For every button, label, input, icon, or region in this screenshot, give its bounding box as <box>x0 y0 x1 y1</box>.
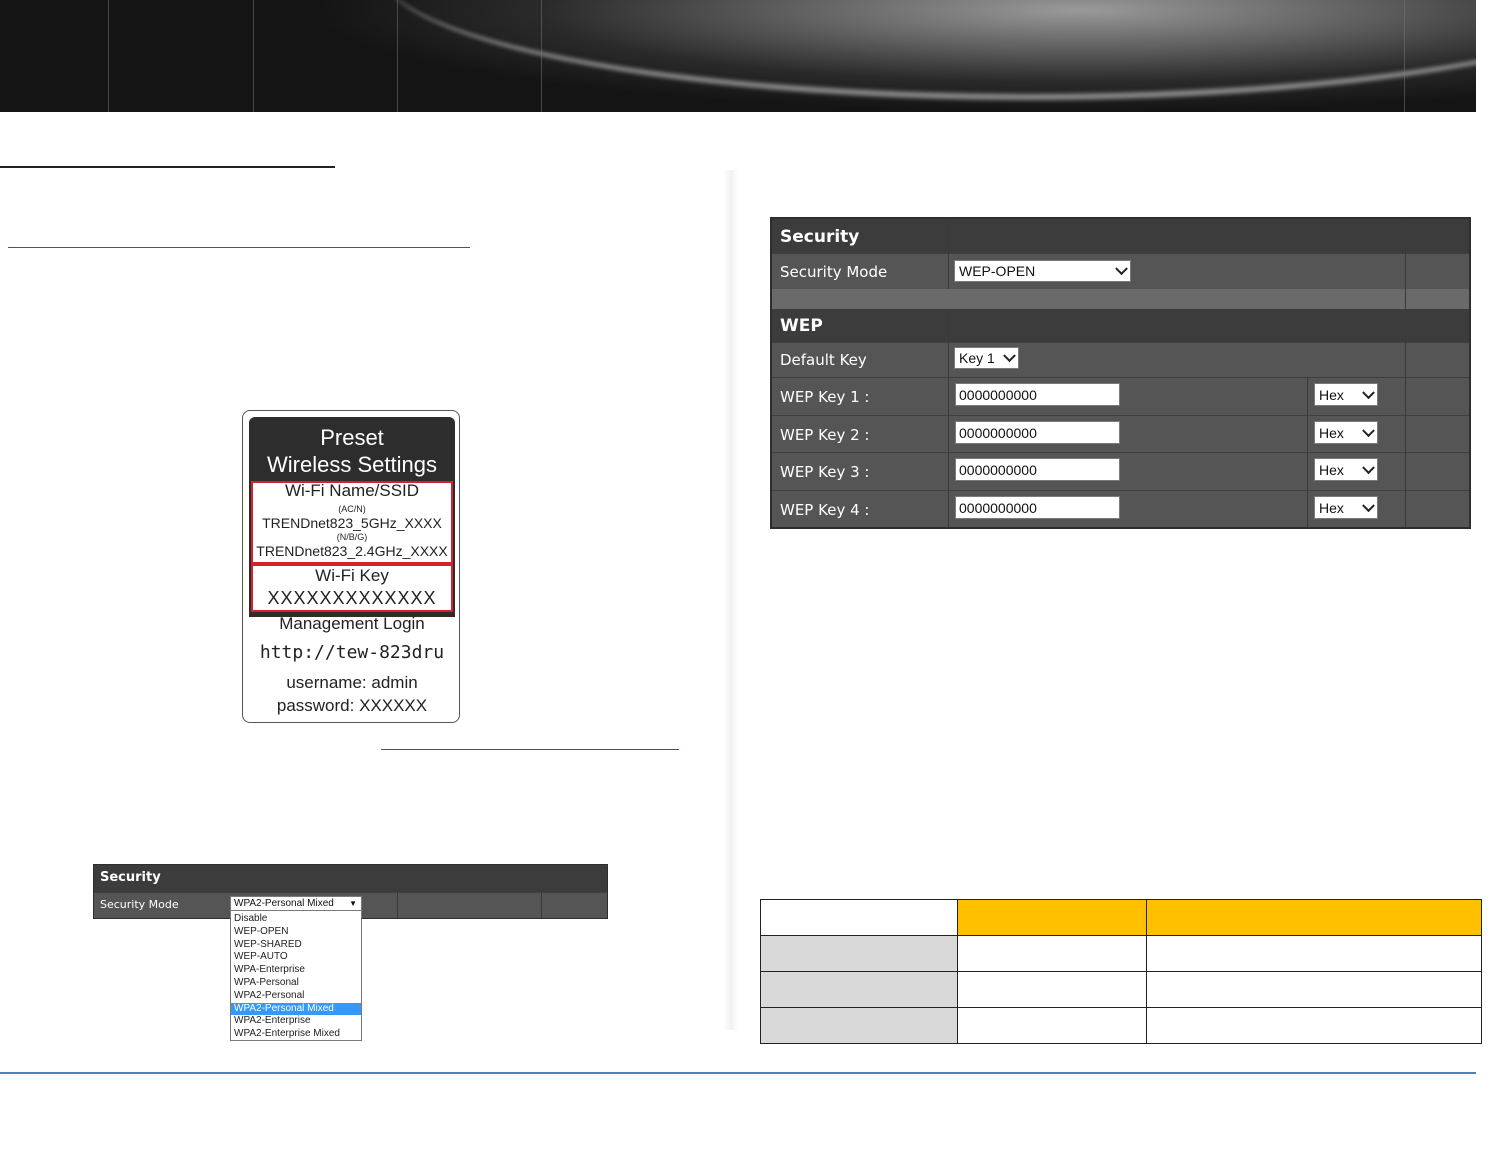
format-selected-value: Hex <box>1319 462 1344 478</box>
band-5ghz-label: (AC/N) <box>338 504 366 514</box>
table-cell <box>957 1007 1147 1044</box>
panel-divider <box>1405 219 1406 527</box>
wep-key-4-format-select[interactable]: Hex <box>1314 496 1378 519</box>
security-mode-select[interactable]: WEP-OPEN <box>954 260 1131 282</box>
security-section-header: Security <box>772 219 1469 253</box>
table-row <box>760 971 1482 1008</box>
table-row-header-cell <box>760 1007 958 1044</box>
label-title-preset: Preset <box>320 425 384 450</box>
table-header-cell <box>760 899 958 936</box>
hyperlink-underline[interactable] <box>8 247 470 248</box>
ssid-5ghz: TRENDnet823_5GHz_XXXX <box>262 515 442 531</box>
wep-key-label: WEP Key 3 : <box>780 463 870 481</box>
panel-divider <box>948 309 949 527</box>
panel-divider <box>541 865 542 918</box>
default-key-row: Default Key <box>772 342 1469 377</box>
label-title-wireless-settings: Wireless Settings <box>267 452 437 477</box>
wep-key-3-input[interactable]: 0000000000 <box>955 458 1120 481</box>
banner-divider <box>108 0 109 112</box>
wep-key-label: WEP Key 2 : <box>780 426 870 444</box>
option-wpa2-personal[interactable]: WPA2-Personal <box>231 990 361 1003</box>
band-24ghz-label: (N/B/G) <box>336 532 368 542</box>
wifi-key-value: XXXXXXXXXXXXX <box>267 588 437 608</box>
section-spacer <box>772 289 1469 309</box>
security-comparison-table <box>760 899 1482 1044</box>
security-mode-selected-value: WPA2-Personal Mixed <box>234 898 334 909</box>
default-key-label: Default Key <box>780 351 867 369</box>
banner-divider <box>253 0 254 112</box>
banner-divider <box>541 0 542 112</box>
wep-key-1-input[interactable]: 0000000000 <box>955 383 1120 406</box>
table-header-cell <box>957 899 1147 936</box>
document-page: Preset Wireless Settings Wi-Fi Name/SSID… <box>0 0 1508 1167</box>
footer-rule <box>0 1072 1476 1074</box>
chevron-down-icon <box>1362 423 1375 437</box>
panel-divider <box>1307 377 1308 527</box>
wep-key-4-input[interactable]: 0000000000 <box>955 496 1120 519</box>
section-heading-underline <box>0 166 335 168</box>
format-selected-value: Hex <box>1319 500 1344 516</box>
wep-settings-panel: Security Security Mode WEP Default Key W… <box>770 217 1471 529</box>
option-wpa2-enterprise-mixed[interactable]: WPA2-Enterprise Mixed <box>231 1028 361 1041</box>
ssid-24ghz: TRENDnet823_2.4GHz_XXXX <box>256 543 448 559</box>
preset-wireless-settings-label: Preset Wireless Settings Wi-Fi Name/SSID… <box>242 410 460 723</box>
chevron-down-icon <box>1003 349 1016 363</box>
security-mode-label: Security Mode <box>100 898 179 911</box>
wep-key-3-format-select[interactable]: Hex <box>1314 458 1378 481</box>
wep-key-label: WEP Key 1 : <box>780 388 870 406</box>
panel-divider <box>948 219 949 289</box>
security-mode-label: Security Mode <box>780 263 888 281</box>
table-cell <box>1146 935 1482 972</box>
column-divider-shadow <box>724 170 738 1030</box>
wep-key-label: WEP Key 4 : <box>780 501 870 519</box>
table-header-row <box>760 899 1482 936</box>
default-key-select[interactable]: Key 1 <box>954 347 1019 369</box>
option-wep-open[interactable]: WEP-OPEN <box>231 926 361 939</box>
table-header-cell <box>1146 899 1482 936</box>
security-mode-selected-value: WEP-OPEN <box>959 263 1036 279</box>
chevron-down-icon <box>1362 460 1375 474</box>
option-wpa2-enterprise[interactable]: WPA2-Enterprise <box>231 1015 361 1028</box>
option-wep-auto[interactable]: WEP-AUTO <box>231 951 361 964</box>
option-wpa2-personal-mixed[interactable]: WPA2-Personal Mixed <box>231 1002 361 1016</box>
chevron-down-icon <box>1362 498 1375 512</box>
table-row-header-cell <box>760 935 958 972</box>
management-login-heading: Management Login <box>279 614 425 633</box>
label-password: password: XXXXXX <box>276 696 428 715</box>
label-username: username: admin <box>286 673 418 692</box>
format-selected-value: Hex <box>1319 387 1344 403</box>
management-url: http://tew-823dru <box>259 642 445 663</box>
table-row-header-cell <box>760 971 958 1008</box>
panel-divider <box>397 865 398 918</box>
header-banner <box>0 0 1476 112</box>
table-cell <box>957 935 1147 972</box>
security-mode-options-list[interactable]: Disable WEP-OPEN WEP-SHARED WEP-AUTO WPA… <box>230 910 362 1041</box>
option-wep-shared[interactable]: WEP-SHARED <box>231 939 361 952</box>
security-section-header: Security <box>94 865 607 892</box>
option-disable[interactable]: Disable <box>231 913 361 926</box>
chevron-down-icon <box>1362 385 1375 399</box>
banner-highlight-swoosh <box>380 0 1476 100</box>
wifi-key-heading: Wi-Fi Key <box>315 566 389 585</box>
table-cell <box>1146 1007 1482 1044</box>
banner-divider <box>397 0 398 112</box>
dropdown-arrow-icon: ▼ <box>349 899 357 908</box>
wep-key-2-format-select[interactable]: Hex <box>1314 421 1378 444</box>
table-cell <box>1146 971 1482 1008</box>
security-mode-select[interactable]: WPA2-Personal Mixed ▼ <box>230 896 362 911</box>
format-selected-value: Hex <box>1319 425 1344 441</box>
banner-divider <box>1404 0 1405 112</box>
option-wpa-enterprise[interactable]: WPA-Enterprise <box>231 964 361 977</box>
wep-section-header: WEP <box>772 309 1469 342</box>
table-row <box>760 935 1482 972</box>
ssid-heading: Wi-Fi Name/SSID <box>284 481 420 500</box>
chevron-down-icon <box>1115 262 1128 276</box>
option-wpa-personal[interactable]: WPA-Personal <box>231 977 361 990</box>
wep-key-2-input[interactable]: 0000000000 <box>955 421 1120 444</box>
table-cell <box>957 971 1147 1008</box>
wep-key-1-format-select[interactable]: Hex <box>1314 383 1378 406</box>
table-row <box>760 1007 1482 1044</box>
hyperlink-underline[interactable] <box>381 749 679 750</box>
default-key-selected-value: Key 1 <box>959 350 995 366</box>
